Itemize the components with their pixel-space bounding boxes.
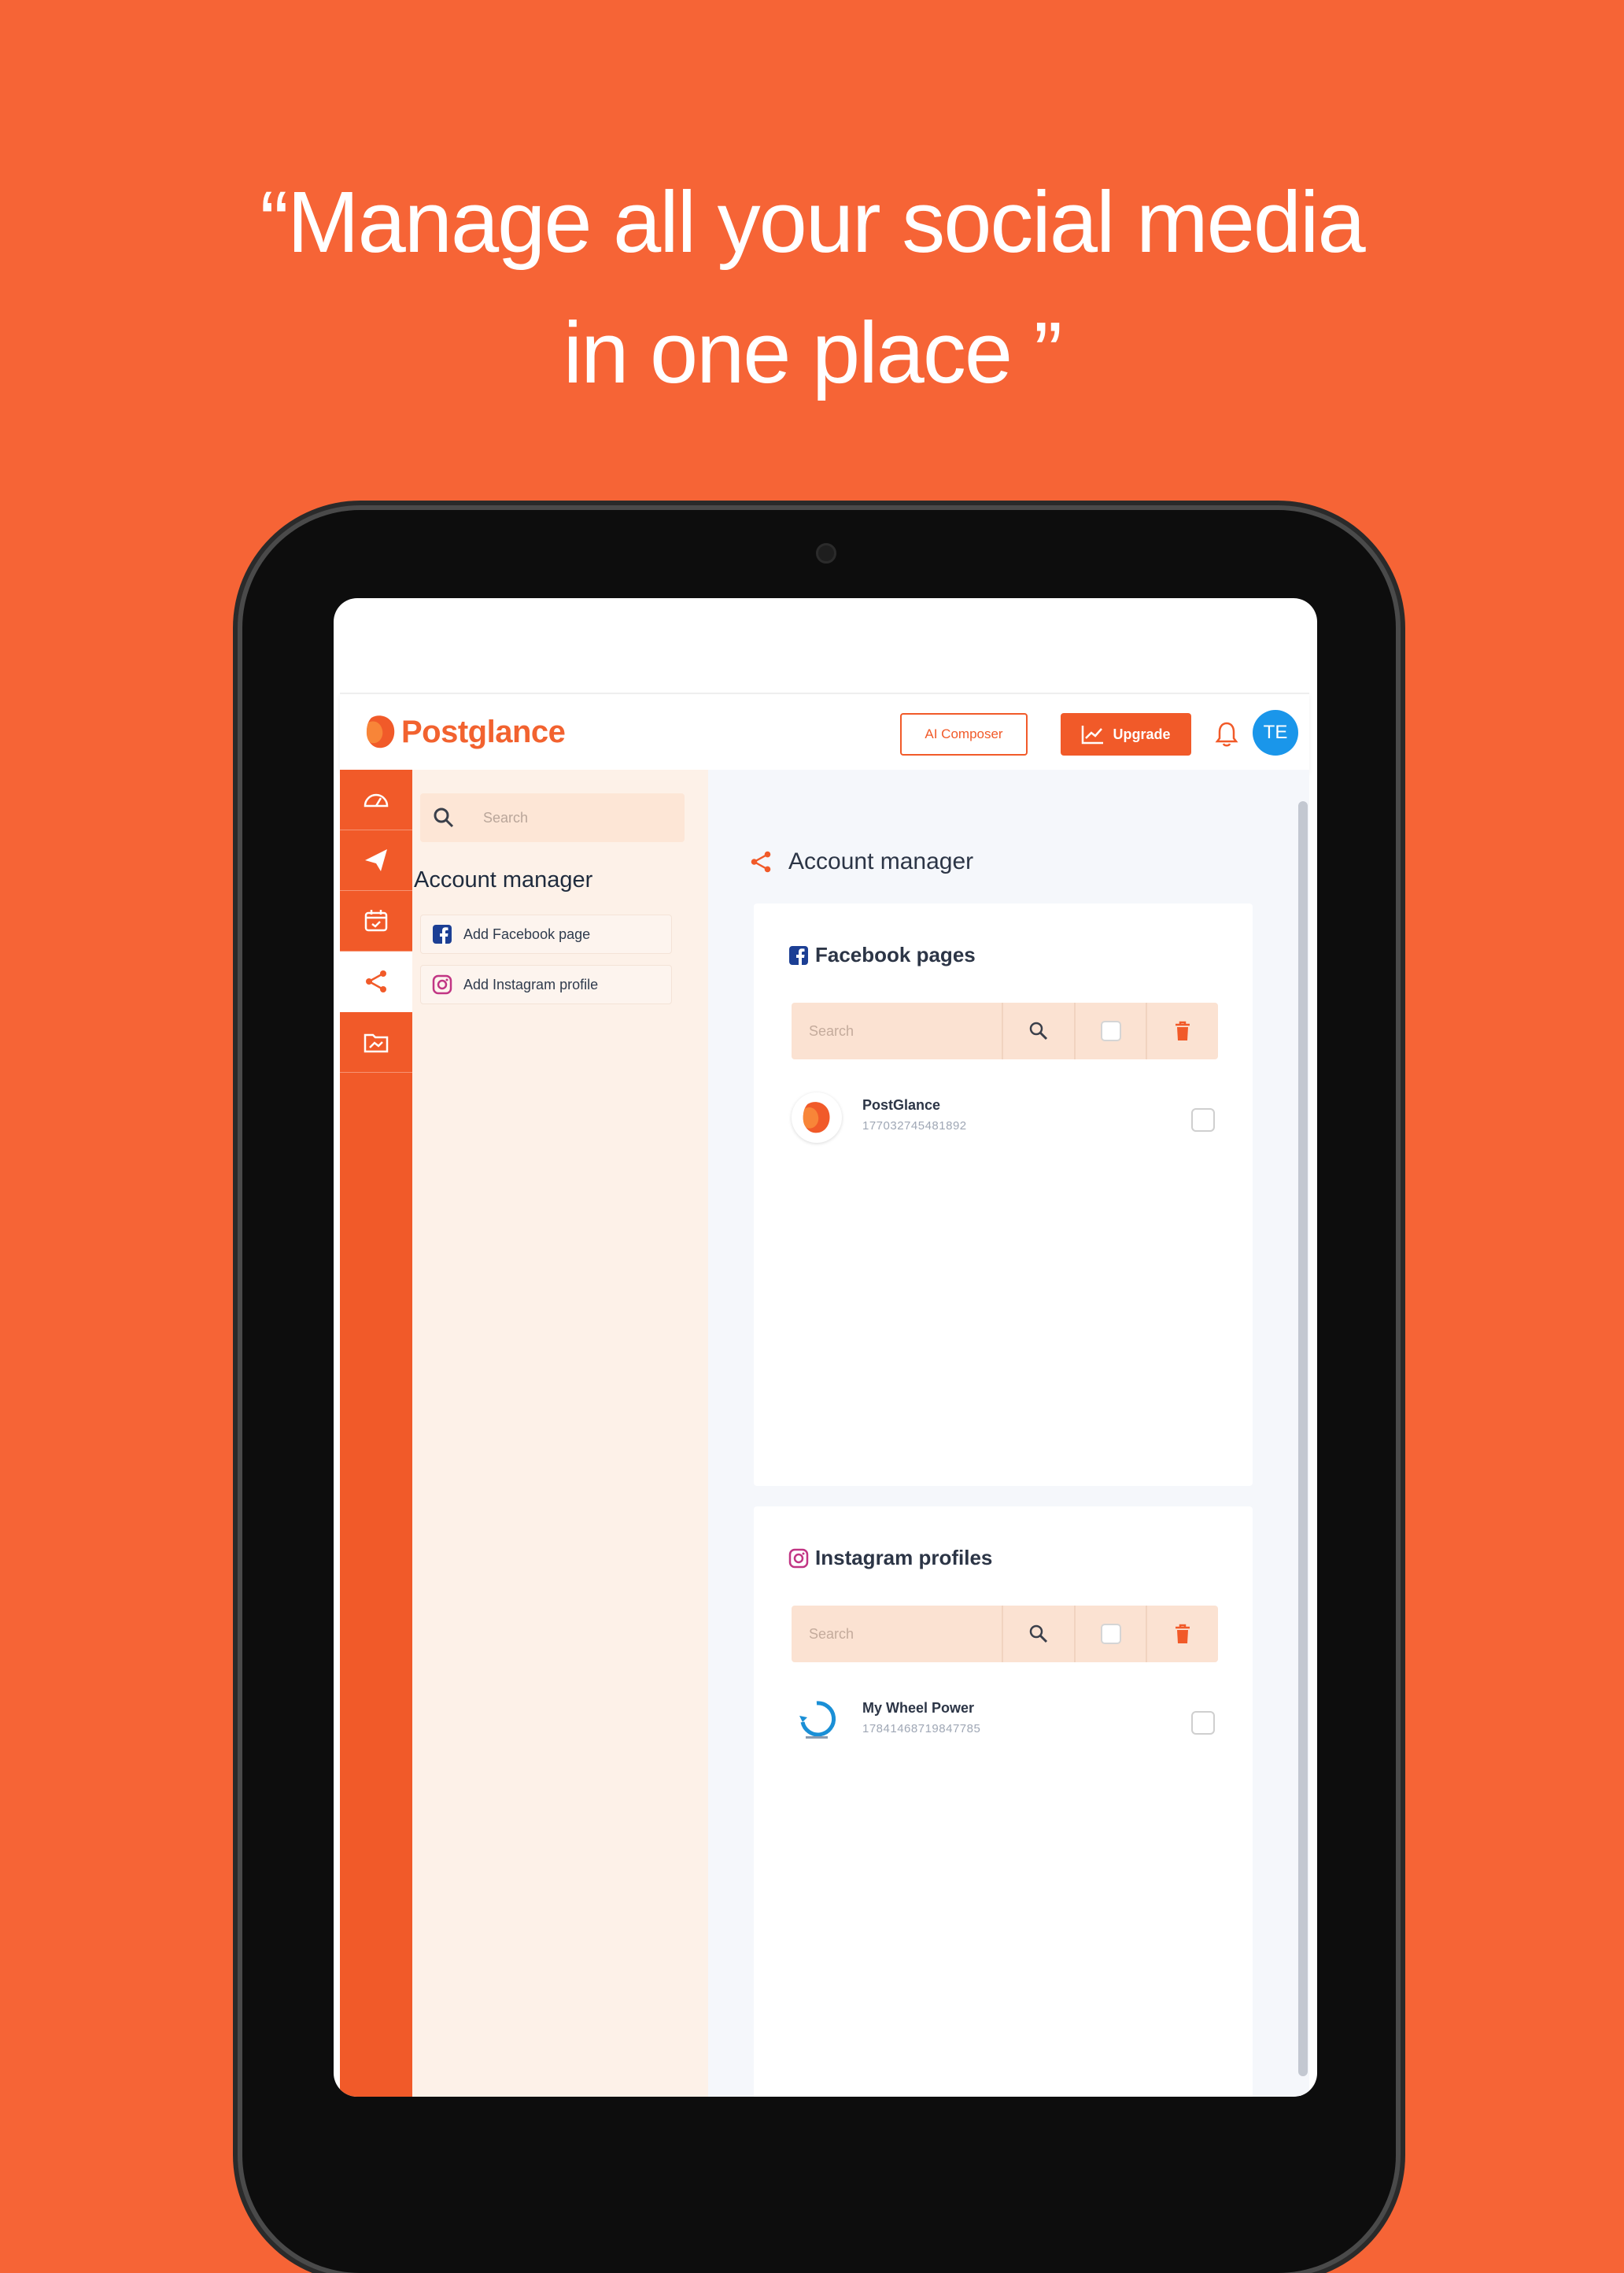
headline: “Manage all your social media in one pla… xyxy=(0,157,1624,419)
main-title-text: Account manager xyxy=(788,848,974,874)
account-avatar xyxy=(792,1695,842,1746)
account-name: PostGlance xyxy=(862,1097,941,1113)
nav-account-manager[interactable] xyxy=(340,952,412,1012)
side-panel: Search Account manager Add Facebook page… xyxy=(412,770,708,2097)
instagram-profiles-title: Instagram profiles xyxy=(788,1546,992,1570)
upgrade-label: Upgrade xyxy=(1113,726,1171,742)
panel-search[interactable]: Search xyxy=(420,793,685,842)
camera-icon xyxy=(816,543,836,564)
instagram-search-input[interactable]: Search xyxy=(792,1606,1002,1662)
main-content: Account manager Facebook pages Search Po… xyxy=(708,770,1309,2097)
wheel-power-logo-icon xyxy=(799,1701,836,1739)
select-all-checkbox[interactable] xyxy=(1100,1624,1121,1644)
panel-title: Account manager xyxy=(414,867,593,893)
dashboard-gauge-icon xyxy=(364,793,389,808)
nav-publish[interactable] xyxy=(340,830,412,891)
nav-calendar[interactable] xyxy=(340,891,412,952)
facebook-delete-button[interactable] xyxy=(1146,1003,1218,1059)
facebook-pages-card: Facebook pages Search PostGlance 1770327… xyxy=(754,904,1253,1486)
search-icon xyxy=(1029,1022,1047,1040)
facebook-toolbar: Search xyxy=(792,1003,1218,1059)
account-checkbox[interactable] xyxy=(1191,1711,1215,1735)
instagram-select-all[interactable] xyxy=(1073,1606,1146,1662)
facebook-select-all[interactable] xyxy=(1073,1003,1146,1059)
avatar[interactable]: TE xyxy=(1253,710,1298,756)
brand-name: Postglance xyxy=(401,714,566,749)
nav-media[interactable] xyxy=(340,1012,412,1073)
icon-sidebar xyxy=(340,770,412,2097)
add-facebook-page-link[interactable]: Add Facebook page xyxy=(420,915,672,954)
account-id: 177032745481892 xyxy=(862,1119,967,1133)
trending-up-icon xyxy=(1082,726,1104,745)
postglance-logo-icon xyxy=(366,715,395,748)
facebook-pages-title-text: Facebook pages xyxy=(815,943,976,966)
top-bar: Postglance AI Composer Upgrade TE xyxy=(340,693,1309,771)
main-title: Account manager xyxy=(747,848,973,875)
facebook-icon xyxy=(433,925,452,944)
facebook-pages-title: Facebook pages xyxy=(788,943,976,967)
tablet-top-button xyxy=(1133,502,1267,510)
bell-icon[interactable] xyxy=(1215,721,1238,748)
search-icon xyxy=(1029,1624,1047,1643)
select-all-checkbox[interactable] xyxy=(1100,1021,1121,1041)
postglance-logo[interactable]: Postglance xyxy=(364,710,566,754)
instagram-icon xyxy=(788,1548,809,1568)
instagram-delete-button[interactable] xyxy=(1146,1606,1218,1662)
instagram-profiles-title-text: Instagram profiles xyxy=(815,1546,993,1569)
paper-plane-icon xyxy=(365,849,387,871)
account-row[interactable]: My Wheel Power 17841468719847785 xyxy=(792,1692,1223,1752)
instagram-icon xyxy=(432,974,452,995)
instagram-search-button[interactable] xyxy=(1002,1606,1074,1662)
tablet-top-button xyxy=(464,502,543,510)
add-instagram-profile-link[interactable]: Add Instagram profile xyxy=(420,965,672,1004)
add-facebook-page-label: Add Facebook page xyxy=(463,926,591,942)
search-icon xyxy=(434,808,454,828)
share-icon xyxy=(751,851,771,873)
scrollbar[interactable] xyxy=(1298,801,1308,2076)
share-icon xyxy=(366,970,386,992)
panel-search-input[interactable]: Search xyxy=(483,810,528,826)
calendar-icon xyxy=(364,910,388,932)
folder-image-icon xyxy=(364,1033,389,1053)
tablet-screen: Postglance AI Composer Upgrade TE Search… xyxy=(334,598,1317,2097)
trash-icon xyxy=(1176,1021,1190,1040)
account-avatar xyxy=(792,1092,842,1143)
nav-dashboard[interactable] xyxy=(340,770,412,830)
facebook-search-input[interactable]: Search xyxy=(792,1003,1002,1059)
account-row[interactable]: PostGlance 177032745481892 xyxy=(792,1089,1223,1149)
instagram-profiles-card: Instagram profiles Search My Wheel Power… xyxy=(754,1506,1253,2097)
ai-composer-button[interactable]: AI Composer xyxy=(900,713,1028,756)
trash-icon xyxy=(1176,1624,1190,1643)
account-checkbox[interactable] xyxy=(1191,1108,1215,1132)
add-instagram-profile-label: Add Instagram profile xyxy=(463,976,599,992)
headline-line-2: in one place ” xyxy=(563,305,1062,401)
instagram-toolbar: Search xyxy=(792,1606,1218,1662)
postglance-logo-icon xyxy=(803,1102,830,1133)
facebook-icon xyxy=(789,945,808,966)
headline-line-1: “Manage all your social media xyxy=(260,174,1365,271)
facebook-search-button[interactable] xyxy=(1002,1003,1074,1059)
account-name: My Wheel Power xyxy=(862,1700,975,1716)
account-id: 17841468719847785 xyxy=(862,1722,981,1735)
tablet-top-button xyxy=(346,502,417,510)
upgrade-button[interactable]: Upgrade xyxy=(1061,713,1191,756)
